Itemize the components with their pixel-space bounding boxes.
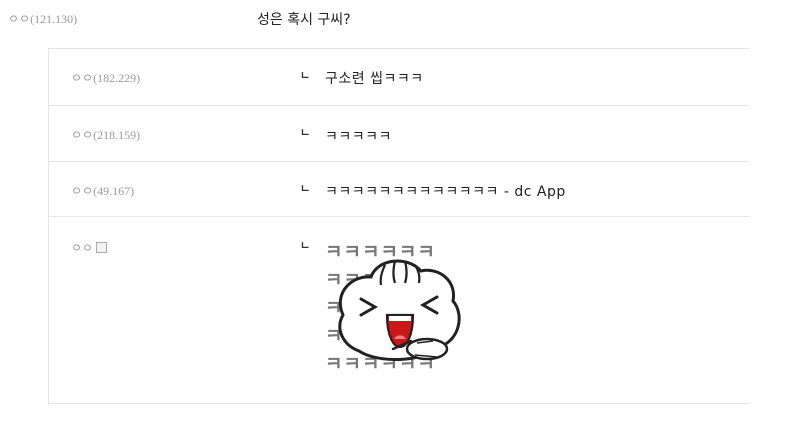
reply-item: ㅇㅇ(218.159) ㄴ ㅋㅋㅋㅋㅋ [49, 106, 750, 162]
reply-text: ㅋㅋㅋㅋㅋㅋㅋㅋㅋㅋㅋㅋㅋ - dc App [325, 184, 566, 200]
reply-author-name: ㅇㅇ [71, 241, 94, 255]
reply-list: ㅇㅇ(182.229) ㄴ 구소련 씹ㅋㅋㅋ ㅇㅇ(218.159) ㄴ ㅋㅋㅋ… [48, 48, 750, 404]
reply-author[interactable]: ㅇㅇ(49.167) [71, 182, 134, 199]
reply-author[interactable]: ㅇㅇ(218.159) [71, 126, 140, 143]
reply-arrow-icon: ㄴ [300, 239, 311, 252]
reply-arrow-icon: ㄴ [300, 182, 311, 195]
top-comment: ㅇㅇ(121.130) 성은 혹시 구씨? [8, 7, 788, 31]
reply-text: 구소련 씹ㅋㅋㅋ [325, 71, 424, 87]
dccon-sticker[interactable]: ㅋㅋㅋㅋㅋㅋ ㅋㅋㅋㅋㅋㅋ ㅋㅋㅋㅋㅋㅋ ㅋㅋㅋㅋㅋㅋ ㅋㅋㅋㅋㅋㅋ [325, 237, 480, 377]
comment-text: 성은 혹시 구씨? [257, 12, 351, 28]
image-attachment-icon [96, 242, 108, 253]
reply-arrow-icon: ㄴ [300, 69, 311, 82]
comment-thread: ㅇㅇ(121.130) 성은 혹시 구씨? ㅇㅇ(182.229) ㄴ 구소련 … [0, 0, 804, 434]
reply-author[interactable]: ㅇㅇ(182.229) [71, 69, 140, 86]
reply-author[interactable]: ㅇㅇ [71, 239, 108, 256]
laughing-dumpling-icon [338, 259, 461, 361]
reply-item: ㅇㅇ ㄴ ㅋㅋㅋㅋㅋㅋ ㅋㅋㅋㅋㅋㅋ ㅋㅋㅋㅋㅋㅋ ㅋㅋㅋㅋㅋㅋ ㅋㅋㅋㅋㅋㅋ [49, 217, 750, 403]
comment-author[interactable]: ㅇㅇ(121.130) [8, 10, 77, 27]
reply-text: ㅋㅋㅋㅋㅋ [325, 129, 392, 145]
reply-arrow-icon: ㄴ [300, 126, 311, 139]
reply-item: ㅇㅇ(49.167) ㄴ ㅋㅋㅋㅋㅋㅋㅋㅋㅋㅋㅋㅋㅋ - dc App [49, 162, 750, 217]
reply-item: ㅇㅇ(182.229) ㄴ 구소련 씹ㅋㅋㅋ [49, 49, 750, 106]
